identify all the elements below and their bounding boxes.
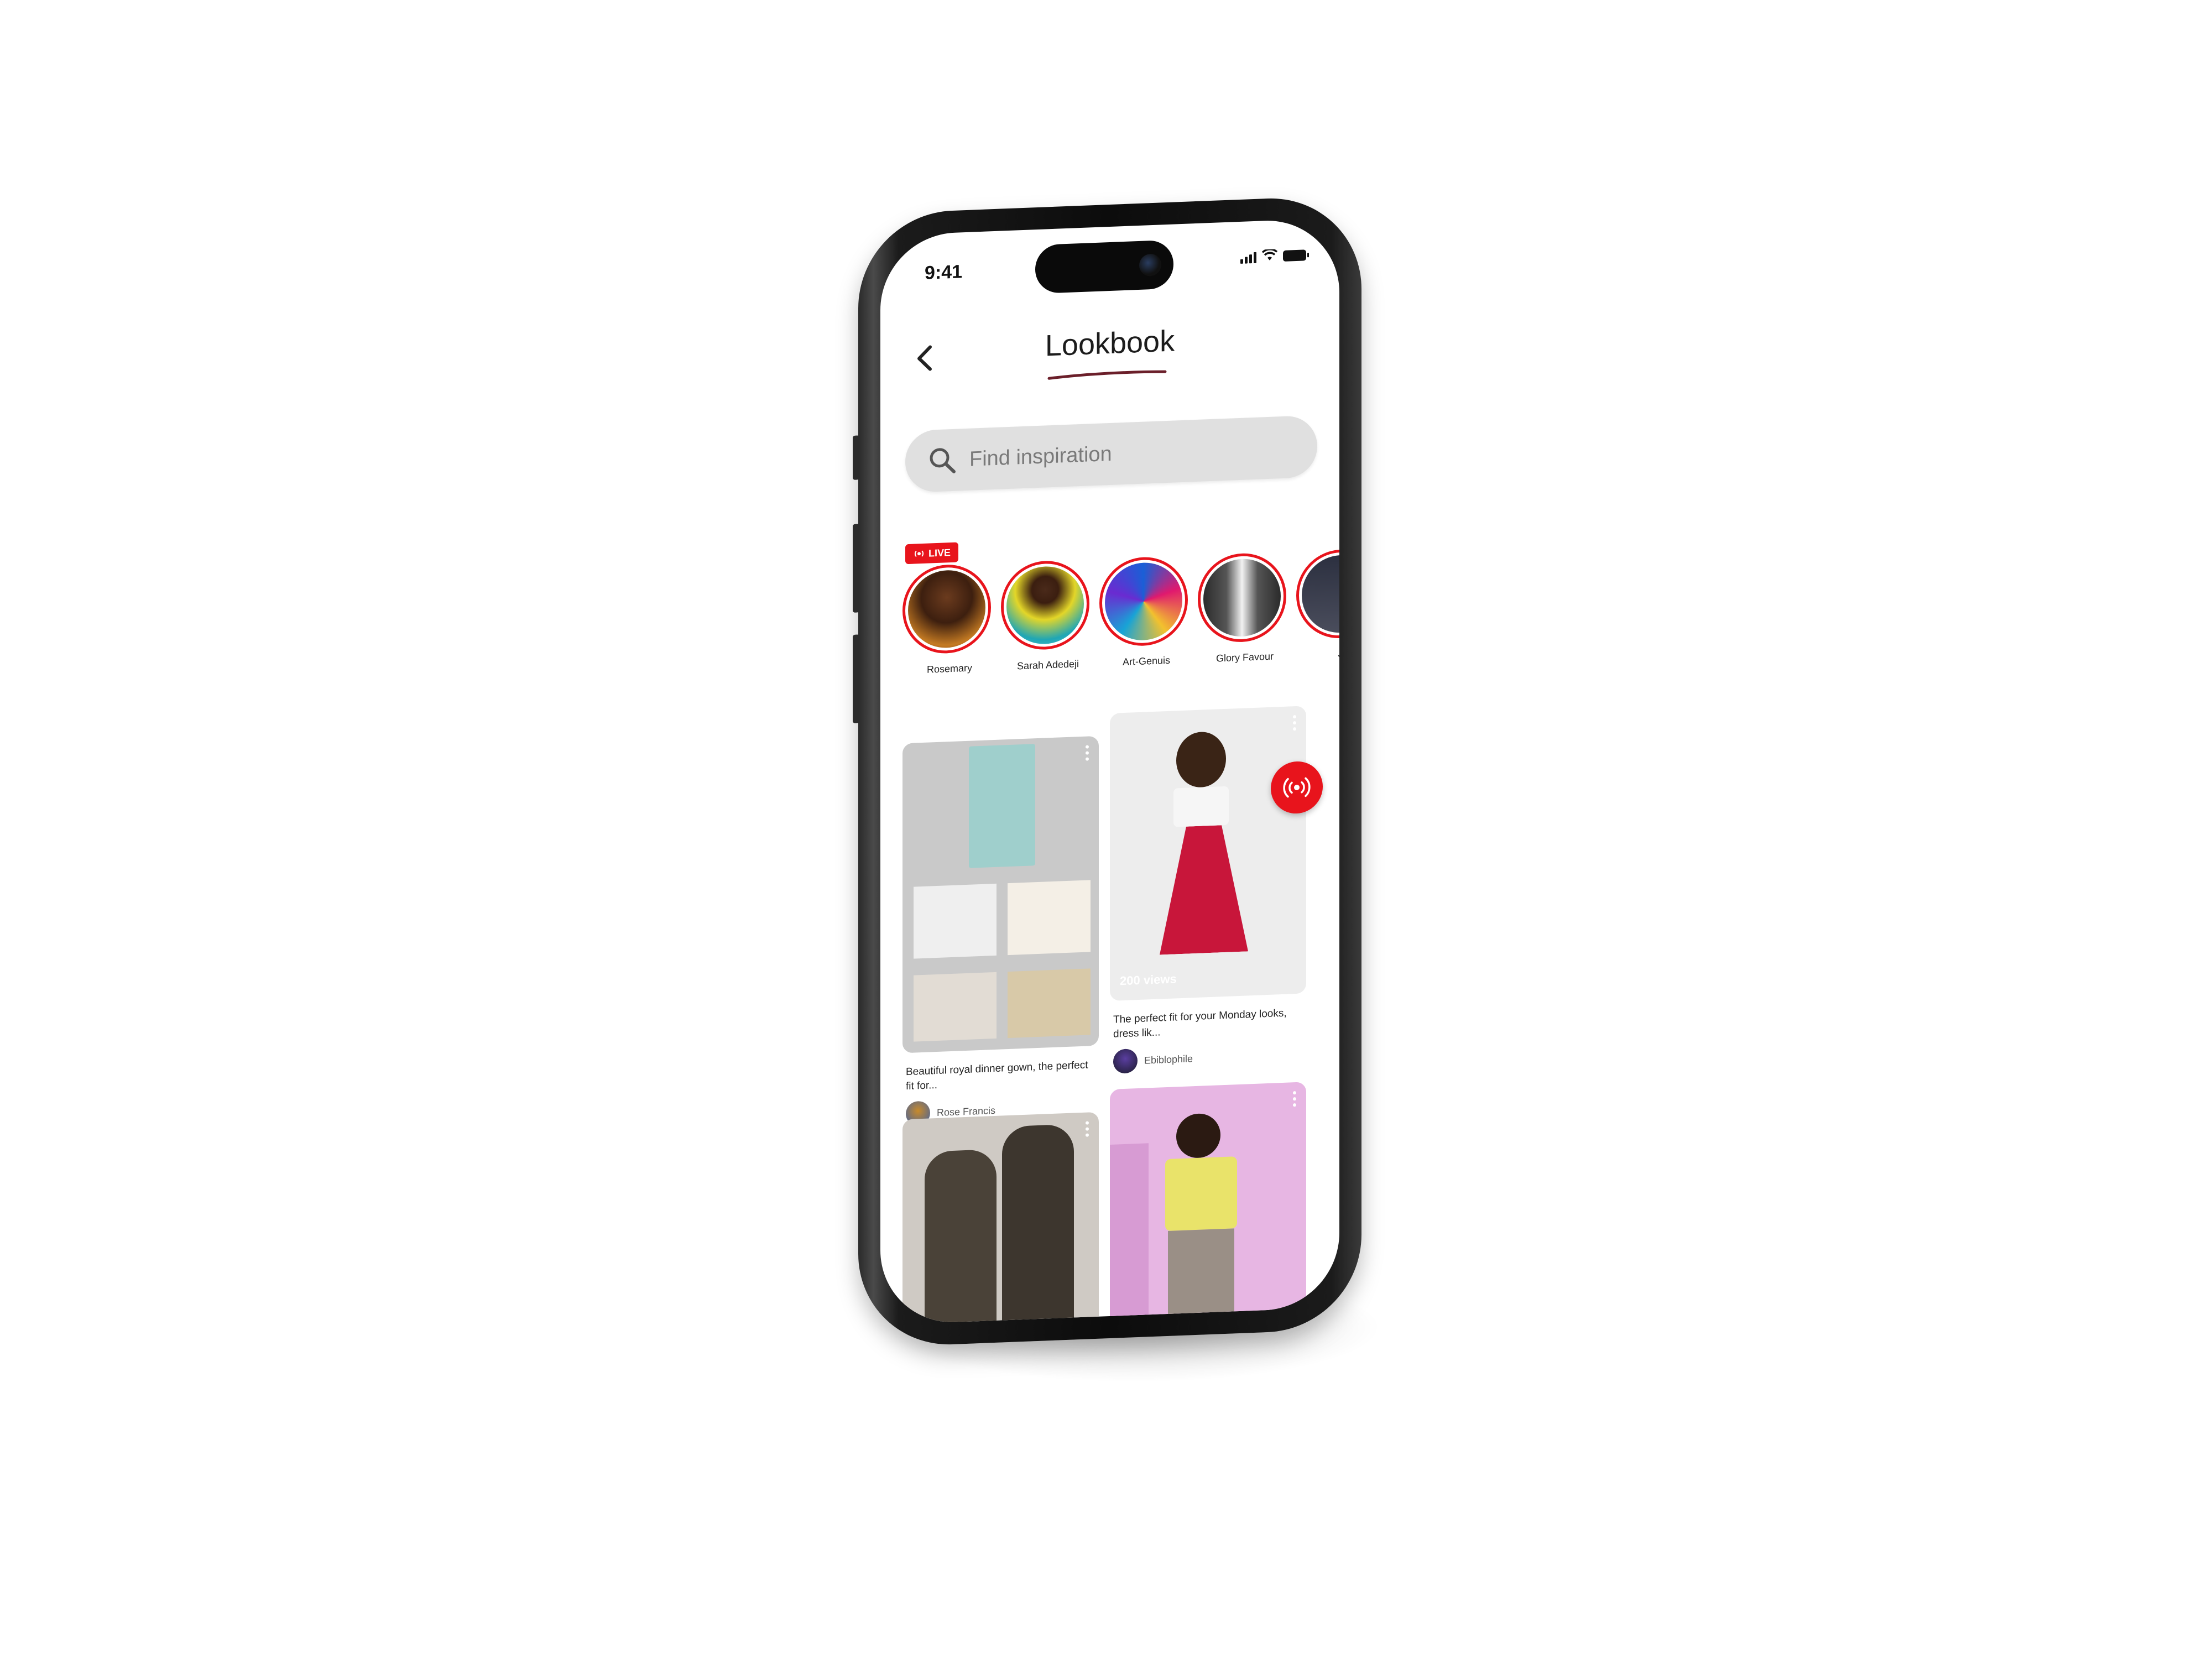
story-ring [902,563,991,655]
story-ring [1099,555,1188,648]
story-avatar [1105,561,1182,642]
story-name: Glory Favour [1215,650,1274,664]
more-options-icon[interactable] [1293,1091,1296,1107]
lookbook-card[interactable] [1110,1082,1306,1325]
live-badge: LIVE [905,542,959,565]
search-input[interactable] [968,436,1247,472]
dynamic-island [1035,239,1173,294]
phone-mockup: 9:41 Lookbook Find inspiration LIVE Rose… [853,195,1361,1348]
cabinet-shape [1110,1143,1149,1325]
silent-switch [853,435,859,480]
story-avatar [908,568,985,650]
story-name: Rosemary [926,662,973,675]
card-image [902,1112,1099,1325]
lookbook-card[interactable]: Beautiful royal dinner gown, the perfect… [902,735,1099,1126]
signal-icon [1240,251,1256,264]
story-ring [1296,547,1339,640]
story-item[interactable]: Glory Favour [1198,551,1292,665]
card-caption: Beautiful royal dinner gown, the perfect… [906,1059,1088,1093]
story-name: Sarah Adedeji [1016,658,1079,672]
story-name: Jo [1338,648,1339,660]
header: Lookbook [880,301,1339,396]
front-camera-icon [1139,253,1161,276]
card-image [902,735,1099,1053]
magazine-spread-shape [1008,968,1091,1039]
search-icon [930,448,956,473]
volume-down-button [853,634,859,723]
battery-icon [1283,249,1306,262]
story-item[interactable]: Sarah Adedeji [1001,559,1095,673]
card-author[interactable]: Ebiblophile [1113,1042,1303,1074]
story-ring [1198,551,1286,644]
model-figure-shape [925,1149,997,1325]
status-icons [1240,248,1306,265]
card-caption: The perfect fit for your Monday looks, d… [1113,1007,1287,1040]
wifi-icon [1261,248,1278,264]
author-name: Ebiblophile [1144,1052,1193,1066]
story-ring [1001,559,1089,651]
story-avatar [1203,557,1281,638]
story-item[interactable]: Art-Genuis [1099,555,1193,669]
phone-screen: 9:41 Lookbook Find inspiration LIVE Rose… [880,218,1339,1325]
more-options-icon[interactable] [1293,715,1296,731]
author-avatar [1113,1048,1138,1074]
story-item[interactable]: Rosemary [902,563,997,677]
live-broadcast-icon [914,550,924,557]
model-shirt-shape [1165,1156,1237,1232]
model-pants-shape [1168,1228,1234,1325]
lookbook-card[interactable] [902,1112,1099,1325]
live-badge-label: LIVE [928,546,951,559]
magazine-spread-shape [914,883,997,959]
story-avatar [1302,554,1339,634]
magazine-spread-shape [914,972,997,1042]
magazine-cover-shape [969,744,1035,868]
lookbook-card[interactable]: 200 views The perfect fit for your Monda… [1110,706,1306,1074]
more-options-icon[interactable] [1086,1121,1089,1137]
model-head-shape [1176,731,1226,789]
card-image: 200 views [1110,706,1306,1001]
story-name: Art-Genuis [1122,654,1171,668]
views-count: 200 views [1120,972,1177,988]
story-item[interactable]: Jo [1296,547,1339,662]
page-title: Lookbook [1045,324,1175,363]
status-bar: 9:41 [880,218,1339,302]
live-broadcast-icon [1283,777,1311,798]
volume-up-button [853,524,859,613]
search-bar[interactable] [905,415,1317,493]
stories-row: LIVE Rosemary Sarah Adedeji Art-Genuis G… [902,528,1339,699]
magazine-spread-shape [1008,880,1091,956]
story-avatar [1006,565,1084,646]
model-top-shape [1173,786,1229,827]
model-head-shape [1176,1113,1220,1159]
title-underline [1047,370,1167,380]
model-figure-shape [1002,1124,1074,1325]
model-skirt-shape [1160,824,1248,954]
lookbook-feed: Beautiful royal dinner gown, the perfect… [902,705,1323,1325]
card-image [1110,1082,1306,1325]
more-options-icon[interactable] [1086,745,1089,761]
status-time: 9:41 [925,261,963,284]
